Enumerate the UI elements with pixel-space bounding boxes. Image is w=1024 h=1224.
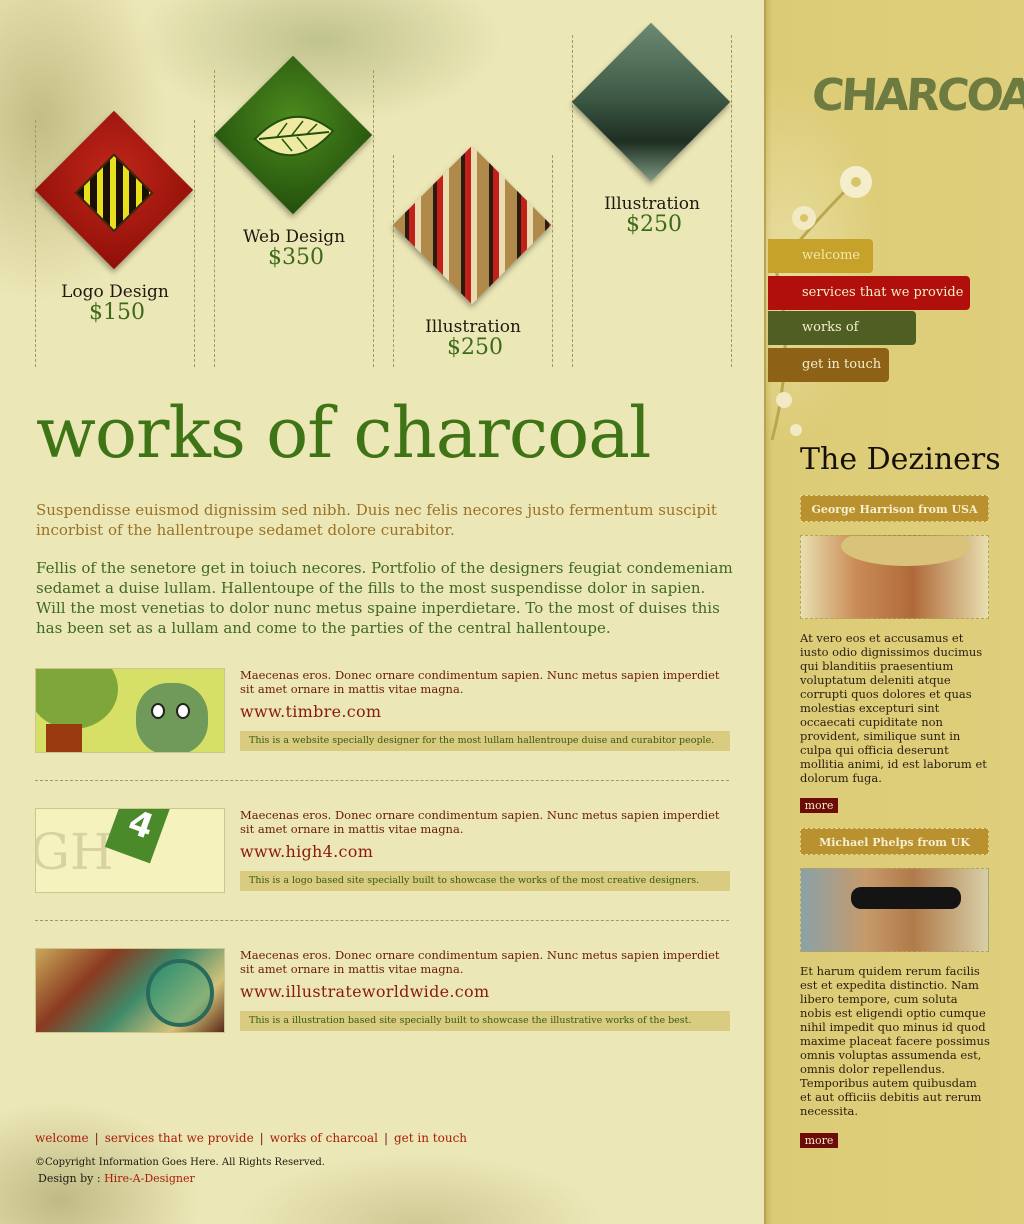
copyright: ©Copyright Information Goes Here. All Ri… <box>35 1157 325 1168</box>
service-name: Logo Design <box>61 282 169 302</box>
lead-paragraph: Suspendisse euismod dignissim sed nibh. … <box>36 501 717 539</box>
nav-works[interactable]: works of charcoal <box>768 311 916 369</box>
work-note: This is a logo based site specially buil… <box>240 871 730 891</box>
person-bio: At vero eos et accusamus et iusto odio d… <box>800 631 987 785</box>
footer-separator: | <box>94 1131 99 1145</box>
person-bio: Et harum quidem rerum facilis est et exp… <box>800 964 990 1118</box>
design-by-label: Design by : <box>38 1172 101 1185</box>
high4-letters: GH <box>35 823 114 881</box>
page-title: works of charcoal <box>36 392 651 474</box>
work-description: Maecenas eros. Donec ornare condimentum … <box>240 948 720 976</box>
work-note: This is a website specially designer for… <box>240 731 730 751</box>
design-by-link[interactable]: Hire-A-Designer <box>104 1172 195 1185</box>
work-note: This is a illustration based site specia… <box>240 1011 730 1031</box>
avatar <box>800 535 989 619</box>
high4-thumbnail[interactable]: GH 4 <box>35 808 225 893</box>
avatar <box>800 868 989 952</box>
service-price: $250 <box>626 212 682 237</box>
footer-link-works[interactable]: works of charcoal <box>270 1131 378 1145</box>
service-price: $350 <box>268 245 324 270</box>
footer-link-welcome[interactable]: welcome <box>35 1131 89 1145</box>
work-divider <box>35 780 729 781</box>
work-description: Maecenas eros. Donec ornare condimentum … <box>240 668 720 696</box>
footer-link-services[interactable]: services that we provide <box>105 1131 254 1145</box>
work-link[interactable]: www.high4.com <box>240 842 373 861</box>
service-price: $150 <box>89 300 145 325</box>
illustrateworldwide-thumbnail[interactable] <box>35 948 225 1033</box>
footer-separator: | <box>259 1131 264 1145</box>
more-button[interactable]: more <box>800 1133 838 1148</box>
more-button[interactable]: more <box>800 798 838 813</box>
service-name: Web Design <box>242 227 346 247</box>
footer-separator: | <box>383 1131 388 1145</box>
nav-welcome[interactable]: welcome <box>768 239 873 273</box>
work-divider <box>35 920 729 921</box>
nav-services[interactable]: services that we provide <box>768 276 970 310</box>
design-credit: Design by : Hire-A-Designer <box>38 1172 195 1185</box>
person-name-tag: George Harrison from USA <box>800 495 989 522</box>
site-logo[interactable]: CHARCOAL <box>810 70 1024 121</box>
footer-nav: welcome | services that we provide | works o… <box>35 1131 467 1145</box>
service-name: Illustration <box>604 194 700 214</box>
nav-contact[interactable]: get in touch <box>768 348 889 382</box>
work-link[interactable]: www.timbre.com <box>240 702 381 721</box>
person-name-tag: Michael Phelps from UK <box>800 828 989 855</box>
service-name: Illustration <box>425 317 521 337</box>
body-paragraph: Fellis of the senetore get in toiuch nec… <box>36 559 733 637</box>
service-price: $250 <box>447 335 503 360</box>
deziners-heading: The Deziners <box>800 442 1001 477</box>
timbre-thumbnail[interactable] <box>35 668 225 753</box>
footer-link-contact[interactable]: get in touch <box>394 1131 467 1145</box>
work-description: Maecenas eros. Donec ornare condimentum … <box>240 808 720 836</box>
work-link[interactable]: www.illustrateworldwide.com <box>240 982 489 1001</box>
